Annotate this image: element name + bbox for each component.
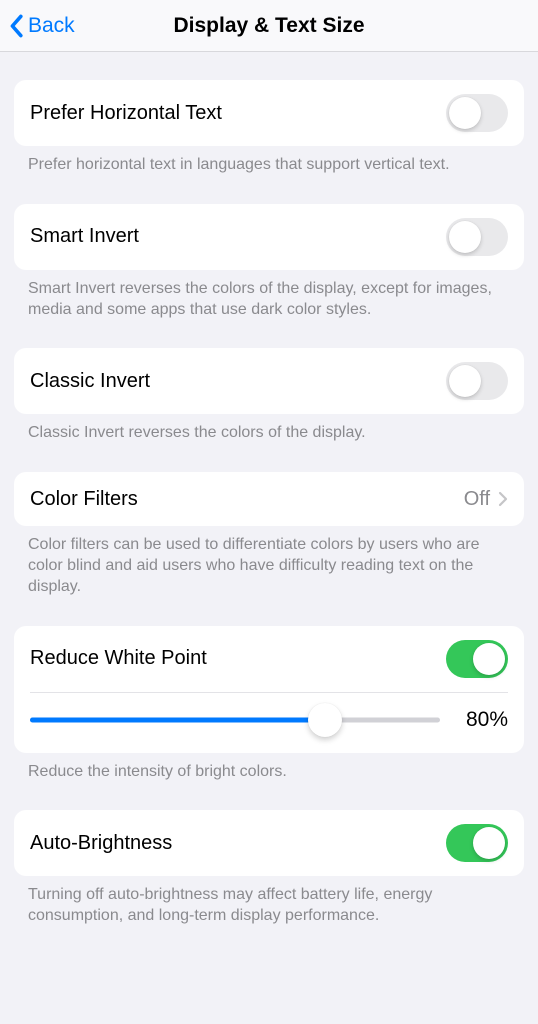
auto-brightness-toggle[interactable]	[446, 824, 508, 862]
reduce-white-point-toggle[interactable]	[446, 640, 508, 678]
classic-invert-footer: Classic Invert reverses the colors of th…	[0, 414, 538, 444]
section-auto-brightness: Auto-Brightness Turning off auto-brightn…	[0, 810, 538, 927]
nav-bar: Back Display & Text Size	[0, 0, 538, 52]
page-title: Display & Text Size	[0, 14, 538, 38]
smart-invert-footer: Smart Invert reverses the colors of the …	[0, 270, 538, 321]
section-color-filters: Color Filters Off Color filters can be u…	[0, 472, 538, 597]
reduce-white-point-slider[interactable]	[30, 703, 440, 737]
reduce-white-point-footer: Reduce the intensity of bright colors.	[0, 753, 538, 783]
cell-reduce-white-point[interactable]: Reduce White Point	[14, 626, 524, 692]
prefer-horizontal-label: Prefer Horizontal Text	[30, 102, 222, 125]
prefer-horizontal-toggle[interactable]	[446, 94, 508, 132]
cell-classic-invert[interactable]: Classic Invert	[14, 348, 524, 414]
chevron-left-icon	[8, 14, 24, 38]
toggle-knob	[449, 221, 481, 253]
back-button[interactable]: Back	[8, 14, 75, 38]
slider-track-fill	[30, 717, 325, 722]
chevron-right-icon	[498, 491, 508, 507]
prefer-horizontal-footer: Prefer horizontal text in languages that…	[0, 146, 538, 176]
smart-invert-label: Smart Invert	[30, 225, 139, 248]
toggle-knob	[473, 643, 505, 675]
reduce-white-point-label: Reduce White Point	[30, 647, 207, 670]
section-smart-invert: Smart Invert Smart Invert reverses the c…	[0, 204, 538, 321]
toggle-knob	[449, 365, 481, 397]
slider-thumb[interactable]	[308, 703, 342, 737]
reduce-white-point-percent: 80%	[456, 708, 508, 732]
cell-auto-brightness[interactable]: Auto-Brightness	[14, 810, 524, 876]
cell-prefer-horizontal[interactable]: Prefer Horizontal Text	[14, 80, 524, 146]
reduce-white-point-slider-row: 80%	[14, 693, 524, 753]
auto-brightness-footer: Turning off auto-brightness may affect b…	[0, 876, 538, 927]
section-reduce-white-point: Reduce White Point 80% Reduce the intens…	[0, 626, 538, 783]
color-filters-label: Color Filters	[30, 488, 138, 511]
back-label: Back	[28, 14, 75, 38]
classic-invert-label: Classic Invert	[30, 370, 150, 393]
toggle-knob	[473, 827, 505, 859]
section-classic-invert: Classic Invert Classic Invert reverses t…	[0, 348, 538, 444]
cell-color-filters[interactable]: Color Filters Off	[14, 472, 524, 526]
color-filters-value: Off	[464, 488, 490, 511]
color-filters-footer: Color filters can be used to differentia…	[0, 526, 538, 597]
cell-smart-invert[interactable]: Smart Invert	[14, 204, 524, 270]
section-prefer-horizontal: Prefer Horizontal Text Prefer horizontal…	[0, 80, 538, 176]
classic-invert-toggle[interactable]	[446, 362, 508, 400]
toggle-knob	[449, 97, 481, 129]
smart-invert-toggle[interactable]	[446, 218, 508, 256]
auto-brightness-label: Auto-Brightness	[30, 832, 172, 855]
